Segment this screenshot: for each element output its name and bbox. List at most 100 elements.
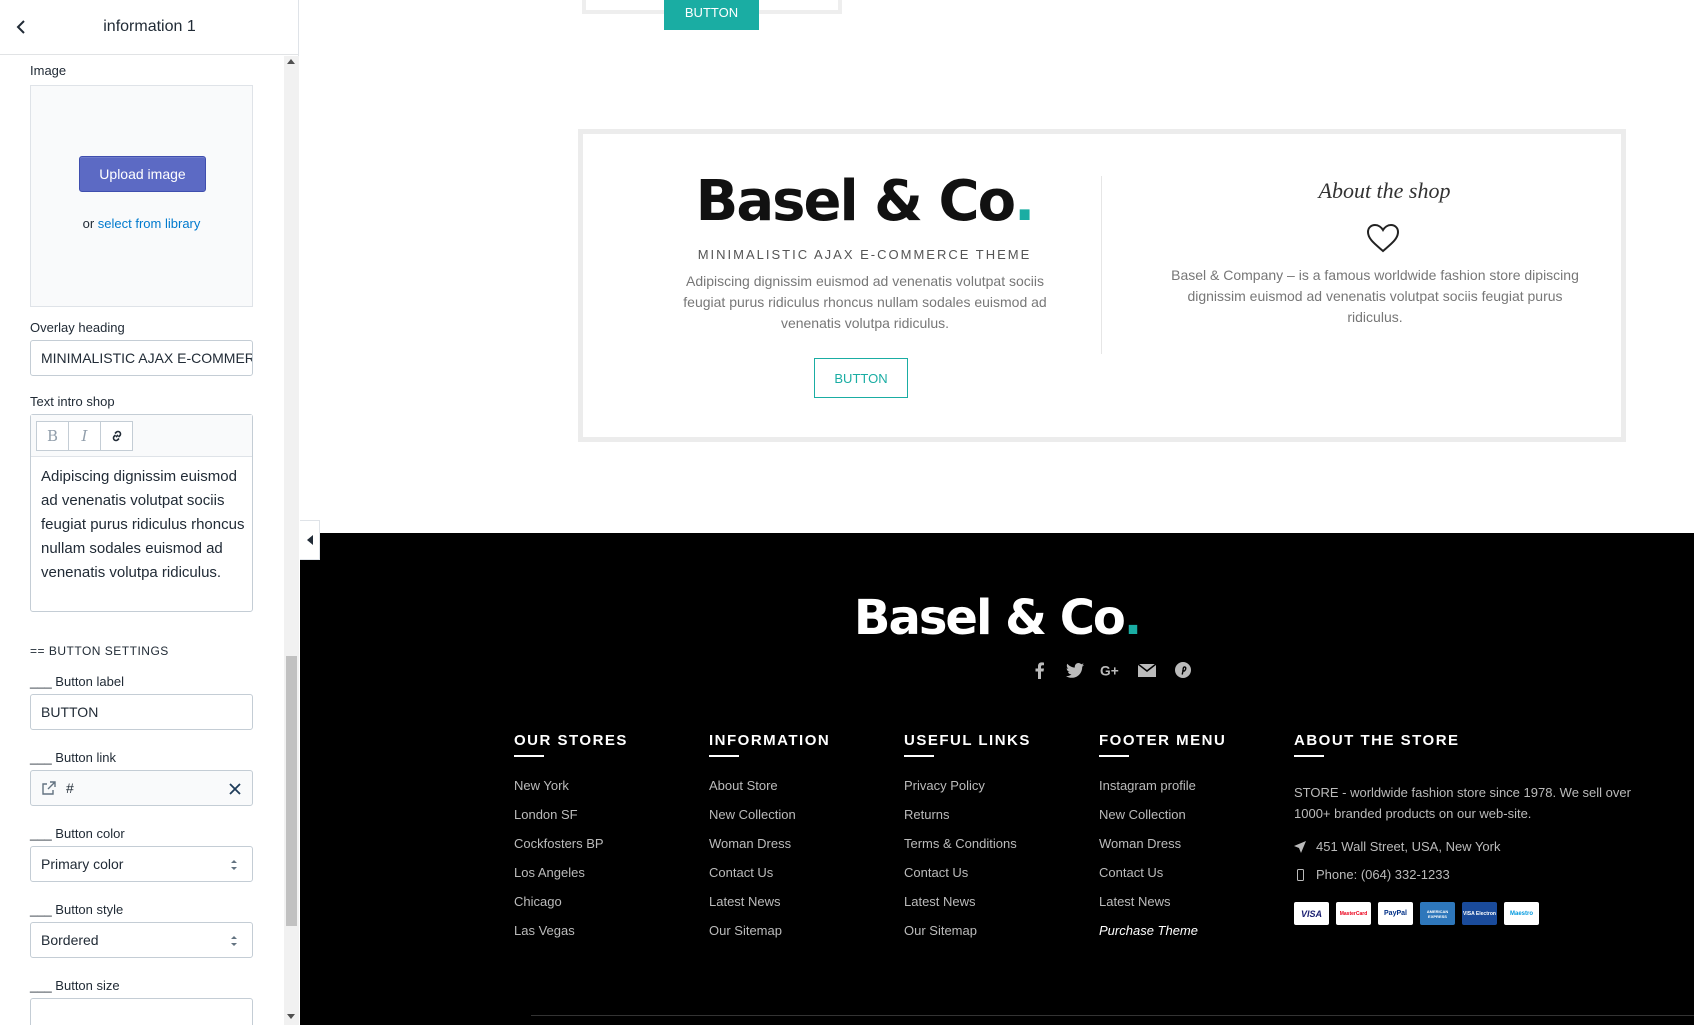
overlay-heading-input[interactable]: MINIMALISTIC AJAX E-COMMERCE THEME	[30, 340, 253, 376]
footer-link[interactable]: Contact Us	[904, 865, 1031, 894]
button-style-label: ___ Button style	[30, 902, 124, 917]
image-label: Image	[30, 63, 67, 78]
title-underline	[709, 755, 739, 757]
about-store-text: STORE - worldwide fashion store since 19…	[1294, 785, 1631, 821]
sidebar-scrollbar[interactable]	[284, 56, 299, 1025]
title-underline	[514, 755, 544, 757]
storefront-preview: BUTTON Basel & Co. MINIMALISTIC AJAX E-C…	[300, 0, 1694, 1025]
footer-column-useful-links: USEFUL LINKS Privacy Policy Returns Term…	[904, 732, 1031, 952]
footer-column-title: ABOUT THE STORE	[1294, 732, 1460, 749]
pinterest-icon[interactable]	[1172, 660, 1194, 680]
footer: Basel & Co. G+ OUR STORES New York Londo…	[300, 533, 1694, 1025]
overlay-heading: MINIMALISTIC AJAX E-COMMERCE THEME	[697, 247, 1032, 262]
footer-link[interactable]: Terms & Conditions	[904, 836, 1031, 865]
footer-link[interactable]: New Collection	[709, 807, 830, 836]
footer-column-title: OUR STORES	[514, 732, 628, 749]
footer-link[interactable]: Woman Dress	[1099, 836, 1226, 865]
select-from-library-link[interactable]: select from library	[98, 216, 201, 231]
footer-link[interactable]: Our Sitemap	[904, 923, 1031, 952]
clear-link-icon[interactable]	[226, 780, 244, 798]
external-link-icon	[42, 781, 56, 795]
footer-column-information: INFORMATION About Store New Collection W…	[709, 732, 830, 952]
footer-link[interactable]: About Store	[709, 778, 830, 807]
purchase-theme-link[interactable]: Purchase Theme	[1099, 923, 1226, 952]
payment-cards: VISA MasterCard PayPal AMERICAN EXPRESS …	[1294, 902, 1664, 925]
title-underline	[1099, 755, 1129, 757]
twitter-icon[interactable]	[1064, 660, 1086, 680]
footer-link[interactable]: Contact Us	[1099, 865, 1226, 894]
button-label-label: ___ Button label	[30, 674, 124, 689]
intro-text: Adipiscing dignissim euismod ad venenati…	[683, 273, 1047, 331]
previous-section-button[interactable]: BUTTON	[664, 0, 759, 30]
mobile-phone-icon	[1294, 868, 1306, 881]
caret-left-icon	[306, 535, 313, 545]
footer-link[interactable]: Latest News	[1099, 894, 1226, 923]
text-intro-editor: B I Adipiscing dignissim euismod ad vene…	[30, 414, 253, 612]
button-size-select[interactable]	[30, 998, 253, 1025]
social-links: G+	[1028, 660, 1194, 680]
mastercard-icon: MasterCard	[1336, 902, 1371, 925]
scroll-up-icon[interactable]	[287, 59, 295, 64]
footer-link[interactable]: Los Angeles	[514, 865, 628, 894]
visa-electron-icon: VISA Electron	[1462, 902, 1497, 925]
information-section: Basel & Co. MINIMALISTIC AJAX E-COMMERCE…	[578, 129, 1626, 442]
button-settings-heading: == BUTTON SETTINGS	[30, 644, 169, 658]
link-icon	[112, 430, 121, 442]
footer-logo: Basel & Co.	[853, 590, 1142, 646]
settings-scroll-area[interactable]: Image Upload image or select from librar…	[0, 56, 284, 1025]
svg-text:G+: G+	[1100, 664, 1119, 679]
button-color-label: ___ Button color	[30, 826, 125, 841]
footer-column-title: USEFUL LINKS	[904, 732, 1031, 749]
bold-button[interactable]: B	[36, 421, 69, 451]
footer-link[interactable]: Instagram profile	[1099, 778, 1226, 807]
footer-link[interactable]: New York	[514, 778, 628, 807]
about-title: About the shop	[1318, 178, 1451, 203]
info-button[interactable]: BUTTON	[814, 358, 908, 398]
footer-link[interactable]: London SF	[514, 807, 628, 836]
back-button[interactable]	[10, 16, 32, 38]
link-button[interactable]	[100, 421, 133, 451]
sidebar-header: information 1	[0, 0, 299, 55]
facebook-icon[interactable]	[1028, 660, 1050, 680]
italic-button[interactable]: I	[68, 421, 101, 451]
title-underline	[1294, 755, 1324, 757]
text-intro-textarea[interactable]: Adipiscing dignissim euismod ad venenati…	[41, 465, 246, 585]
image-picker: Upload image or select from library	[30, 85, 253, 307]
button-label-input[interactable]: BUTTON	[30, 694, 253, 730]
american-express-icon: AMERICAN EXPRESS	[1420, 902, 1455, 925]
section-title: information 1	[103, 18, 196, 35]
location-arrow-icon	[1294, 840, 1306, 853]
overlay-heading-label: Overlay heading	[30, 320, 125, 335]
footer-link[interactable]: Woman Dress	[709, 836, 830, 865]
footer-column-our-stores: OUR STORES New York London SF Cockfoster…	[514, 732, 628, 952]
footer-link[interactable]: Contact Us	[709, 865, 830, 894]
footer-link[interactable]: New Collection	[1099, 807, 1226, 836]
scroll-down-icon[interactable]	[287, 1014, 295, 1019]
footer-link[interactable]: Latest News	[904, 894, 1031, 923]
theme-editor-sidebar: information 1 Image Upload image or sele…	[0, 0, 299, 1025]
collapse-sidebar-button[interactable]	[300, 520, 320, 560]
footer-column-footer-menu: FOOTER MENU Instagram profile New Collec…	[1099, 732, 1226, 952]
email-icon[interactable]	[1136, 660, 1158, 680]
button-link-input[interactable]: #	[30, 770, 253, 806]
select-caret-icon	[231, 860, 237, 870]
button-style-select[interactable]: Bordered	[30, 922, 253, 958]
footer-link[interactable]: Returns	[904, 807, 1031, 836]
footer-link[interactable]: Las Vegas	[514, 923, 628, 952]
google-plus-icon[interactable]: G+	[1100, 660, 1122, 680]
heart-icon	[1366, 223, 1400, 253]
maestro-icon: Maestro	[1504, 902, 1539, 925]
chevron-left-icon	[16, 20, 25, 34]
footer-link[interactable]: Our Sitemap	[709, 923, 830, 952]
button-color-select[interactable]: Primary color	[30, 846, 253, 882]
scrollbar-thumb[interactable]	[286, 656, 297, 926]
footer-link[interactable]: Latest News	[709, 894, 830, 923]
footer-column-title: INFORMATION	[709, 732, 831, 749]
footer-link[interactable]: Chicago	[514, 894, 628, 923]
store-phone: Phone: (064) 332-1233	[1294, 867, 1664, 882]
upload-image-button[interactable]: Upload image	[79, 156, 206, 192]
footer-link[interactable]: Cockfosters BP	[514, 836, 628, 865]
store-address: 451 Wall Street, USA, New York	[1294, 839, 1664, 854]
title-underline	[904, 755, 934, 757]
footer-link[interactable]: Privacy Policy	[904, 778, 1031, 807]
